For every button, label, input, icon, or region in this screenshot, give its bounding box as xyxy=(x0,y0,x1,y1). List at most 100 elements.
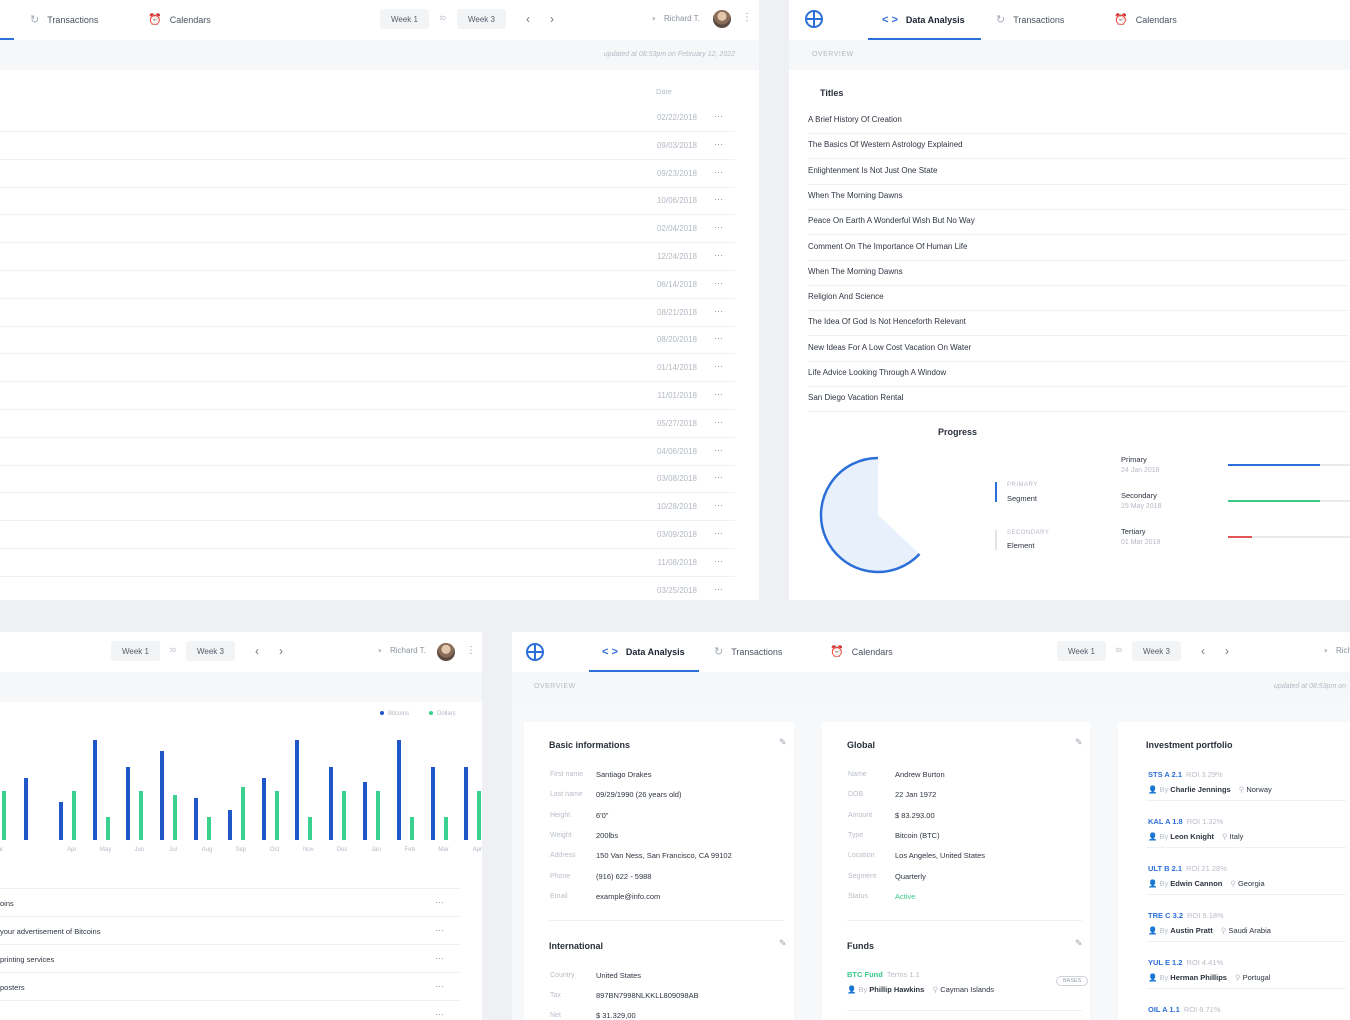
tab-transactions[interactable]: ↻ Transactions xyxy=(30,0,98,40)
more-horizontal-icon[interactable]: ··· xyxy=(714,361,723,371)
more-horizontal-icon[interactable]: ··· xyxy=(714,445,723,455)
table-row[interactable]: printing services ··· xyxy=(0,944,460,972)
portfolio-item-heading[interactable]: KAL A 1.8 ROI 1.32% xyxy=(1148,817,1223,826)
avatar[interactable] xyxy=(713,10,731,28)
user-name[interactable]: Richard T. xyxy=(390,646,426,655)
portfolio-item-heading[interactable]: TRE C 3.2 ROI 9.18% xyxy=(1148,911,1224,920)
edit-icon[interactable]: ✎ xyxy=(1075,938,1083,949)
table-row[interactable]: 09/23/2018 ··· xyxy=(0,160,735,188)
week-from-select[interactable]: Week 1 xyxy=(111,641,160,661)
more-horizontal-icon[interactable]: ··· xyxy=(714,528,723,538)
more-horizontal-icon[interactable]: ··· xyxy=(714,417,723,427)
week-to-select[interactable]: Week 3 xyxy=(457,9,506,29)
more-horizontal-icon[interactable]: ··· xyxy=(435,1009,444,1019)
more-horizontal-icon[interactable]: ··· xyxy=(714,111,723,121)
avatar[interactable] xyxy=(437,643,455,661)
fund-heading[interactable]: BTC Fund Terms 1.1 xyxy=(847,970,920,979)
list-item[interactable]: The Idea Of God Is Not Henceforth Releva… xyxy=(808,311,1348,337)
more-vertical-icon[interactable]: ⋮ xyxy=(466,645,476,656)
table-row[interactable]: your advertisement of Bitcoins ··· xyxy=(0,916,460,944)
more-horizontal-icon[interactable]: ··· xyxy=(714,584,723,594)
table-row[interactable]: 06/14/2018 ··· xyxy=(0,271,735,299)
more-horizontal-icon[interactable]: ··· xyxy=(714,139,723,149)
tab-data-analysis[interactable]: < > Data Analysis xyxy=(589,632,699,672)
chevron-left-icon[interactable]: ‹ xyxy=(526,12,530,26)
more-horizontal-icon[interactable]: ··· xyxy=(435,953,444,963)
table-row[interactable]: 01/14/2018 ··· xyxy=(0,354,735,383)
table-row[interactable]: 03/25/2018 ··· xyxy=(0,577,735,600)
list-item[interactable]: The Basics Of Western Astrology Explaine… xyxy=(808,134,1348,160)
table-row[interactable]: 02/04/2018 ··· xyxy=(0,215,735,244)
user-name[interactable]: Rich xyxy=(1336,646,1350,655)
chevron-right-icon[interactable]: › xyxy=(1225,644,1229,658)
portfolio-item-heading[interactable]: STS A 2.1 ROI 3.29% xyxy=(1148,770,1223,779)
caret-down-icon[interactable]: ▾ xyxy=(1324,647,1328,655)
week-from-select[interactable]: Week 1 xyxy=(380,9,429,29)
week-to-select[interactable]: Week 3 xyxy=(1132,641,1181,661)
table-row[interactable]: 03/09/2018 ··· xyxy=(0,521,735,549)
more-horizontal-icon[interactable]: ··· xyxy=(714,500,723,510)
chevron-left-icon[interactable]: ‹ xyxy=(255,644,259,658)
more-horizontal-icon[interactable]: ··· xyxy=(714,278,723,288)
more-horizontal-icon[interactable]: ··· xyxy=(714,194,723,204)
more-horizontal-icon[interactable]: ··· xyxy=(714,222,723,232)
more-vertical-icon[interactable]: ⋮ xyxy=(742,12,752,23)
more-horizontal-icon[interactable]: ··· xyxy=(714,472,723,482)
caret-down-icon[interactable]: ▾ xyxy=(378,647,382,655)
table-row[interactable]: 02/22/2018 ··· xyxy=(0,104,735,132)
list-item[interactable]: Religion And Science xyxy=(808,286,1348,312)
more-horizontal-icon[interactable]: ··· xyxy=(435,925,444,935)
caret-down-icon[interactable]: ▾ xyxy=(652,15,656,23)
chevron-right-icon[interactable]: › xyxy=(550,12,554,26)
list-item[interactable]: New Ideas For A Low Cost Vacation On Wat… xyxy=(808,337,1348,362)
tab-data-analysis[interactable]: < > Data Analysis xyxy=(868,0,981,40)
table-row[interactable]: 11/08/2018 ··· xyxy=(0,549,735,577)
tab-transactions[interactable]: ↻ Transactions xyxy=(996,0,1064,40)
more-horizontal-icon[interactable]: ··· xyxy=(714,556,723,566)
more-horizontal-icon[interactable]: ··· xyxy=(435,981,444,991)
more-horizontal-icon[interactable]: ··· xyxy=(435,897,444,907)
table-row[interactable]: 11/01/2018 ··· xyxy=(0,382,735,410)
list-item[interactable]: San Diego Vacation Rental xyxy=(808,387,1348,413)
table-row[interactable]: 10/06/2018 ··· xyxy=(0,187,735,216)
brand-logo-icon[interactable] xyxy=(526,643,544,661)
chevron-right-icon[interactable]: › xyxy=(279,644,283,658)
tab-transactions[interactable]: ↻ Transactions xyxy=(714,632,782,672)
list-item[interactable]: Comment On The Importance Of Human Life xyxy=(808,236,1348,261)
table-row[interactable]: 03/08/2018 ··· xyxy=(0,465,735,494)
more-horizontal-icon[interactable]: ··· xyxy=(714,306,723,316)
more-horizontal-icon[interactable]: ··· xyxy=(714,389,723,399)
table-row[interactable]: 04/06/2018 ··· xyxy=(0,438,735,466)
table-row[interactable]: 08/20/2018 ··· xyxy=(0,326,735,355)
table-row[interactable]: 05/27/2018 ··· xyxy=(0,410,735,438)
table-row[interactable]: 10/28/2018 ··· xyxy=(0,493,735,522)
list-item[interactable]: Peace On Earth A Wonderful Wish But No W… xyxy=(808,210,1348,236)
list-item[interactable]: Enlightenment Is Not Just One State xyxy=(808,160,1348,185)
list-item[interactable]: When The Morning Dawns xyxy=(808,185,1348,210)
edit-icon[interactable]: ✎ xyxy=(779,737,787,748)
tab-calendars[interactable]: ⏰ Calendars xyxy=(148,0,211,40)
list-item[interactable]: Life Advice Looking Through A Window xyxy=(808,362,1348,387)
brand-logo-icon[interactable] xyxy=(805,10,823,28)
portfolio-item-heading[interactable]: YUL E 1.2 ROI 4.41% xyxy=(1148,958,1223,967)
more-horizontal-icon[interactable]: ··· xyxy=(714,167,723,177)
chevron-left-icon[interactable]: ‹ xyxy=(1201,644,1205,658)
user-name[interactable]: Richard T. xyxy=(664,14,700,23)
edit-icon[interactable]: ✎ xyxy=(779,938,787,949)
table-row[interactable]: oins ··· xyxy=(0,888,460,916)
week-from-select[interactable]: Week 1 xyxy=(1057,641,1106,661)
list-item[interactable]: When The Morning Dawns xyxy=(808,261,1348,286)
table-row[interactable]: 09/03/2018 ··· xyxy=(0,132,735,160)
table-row[interactable]: posters ··· xyxy=(0,972,460,1000)
portfolio-item-heading[interactable]: OIL A 1.1 ROI 8.71% xyxy=(1148,1005,1221,1014)
table-row[interactable]: 12/24/2018 ··· xyxy=(0,243,735,271)
week-to-select[interactable]: Week 3 xyxy=(186,641,235,661)
tab-calendars[interactable]: ⏰ Calendars xyxy=(1114,0,1177,40)
more-horizontal-icon[interactable]: ··· xyxy=(714,333,723,343)
table-row[interactable]: 08/21/2018 ··· xyxy=(0,299,735,327)
table-row[interactable]: ··· xyxy=(0,1000,460,1020)
list-item[interactable]: A Brief History Of Creation xyxy=(808,109,1348,134)
portfolio-item-heading[interactable]: ULT B 2.1 ROI 21.28% xyxy=(1148,864,1227,873)
more-horizontal-icon[interactable]: ··· xyxy=(714,250,723,260)
tab-calendars[interactable]: ⏰ Calendars xyxy=(830,632,893,672)
